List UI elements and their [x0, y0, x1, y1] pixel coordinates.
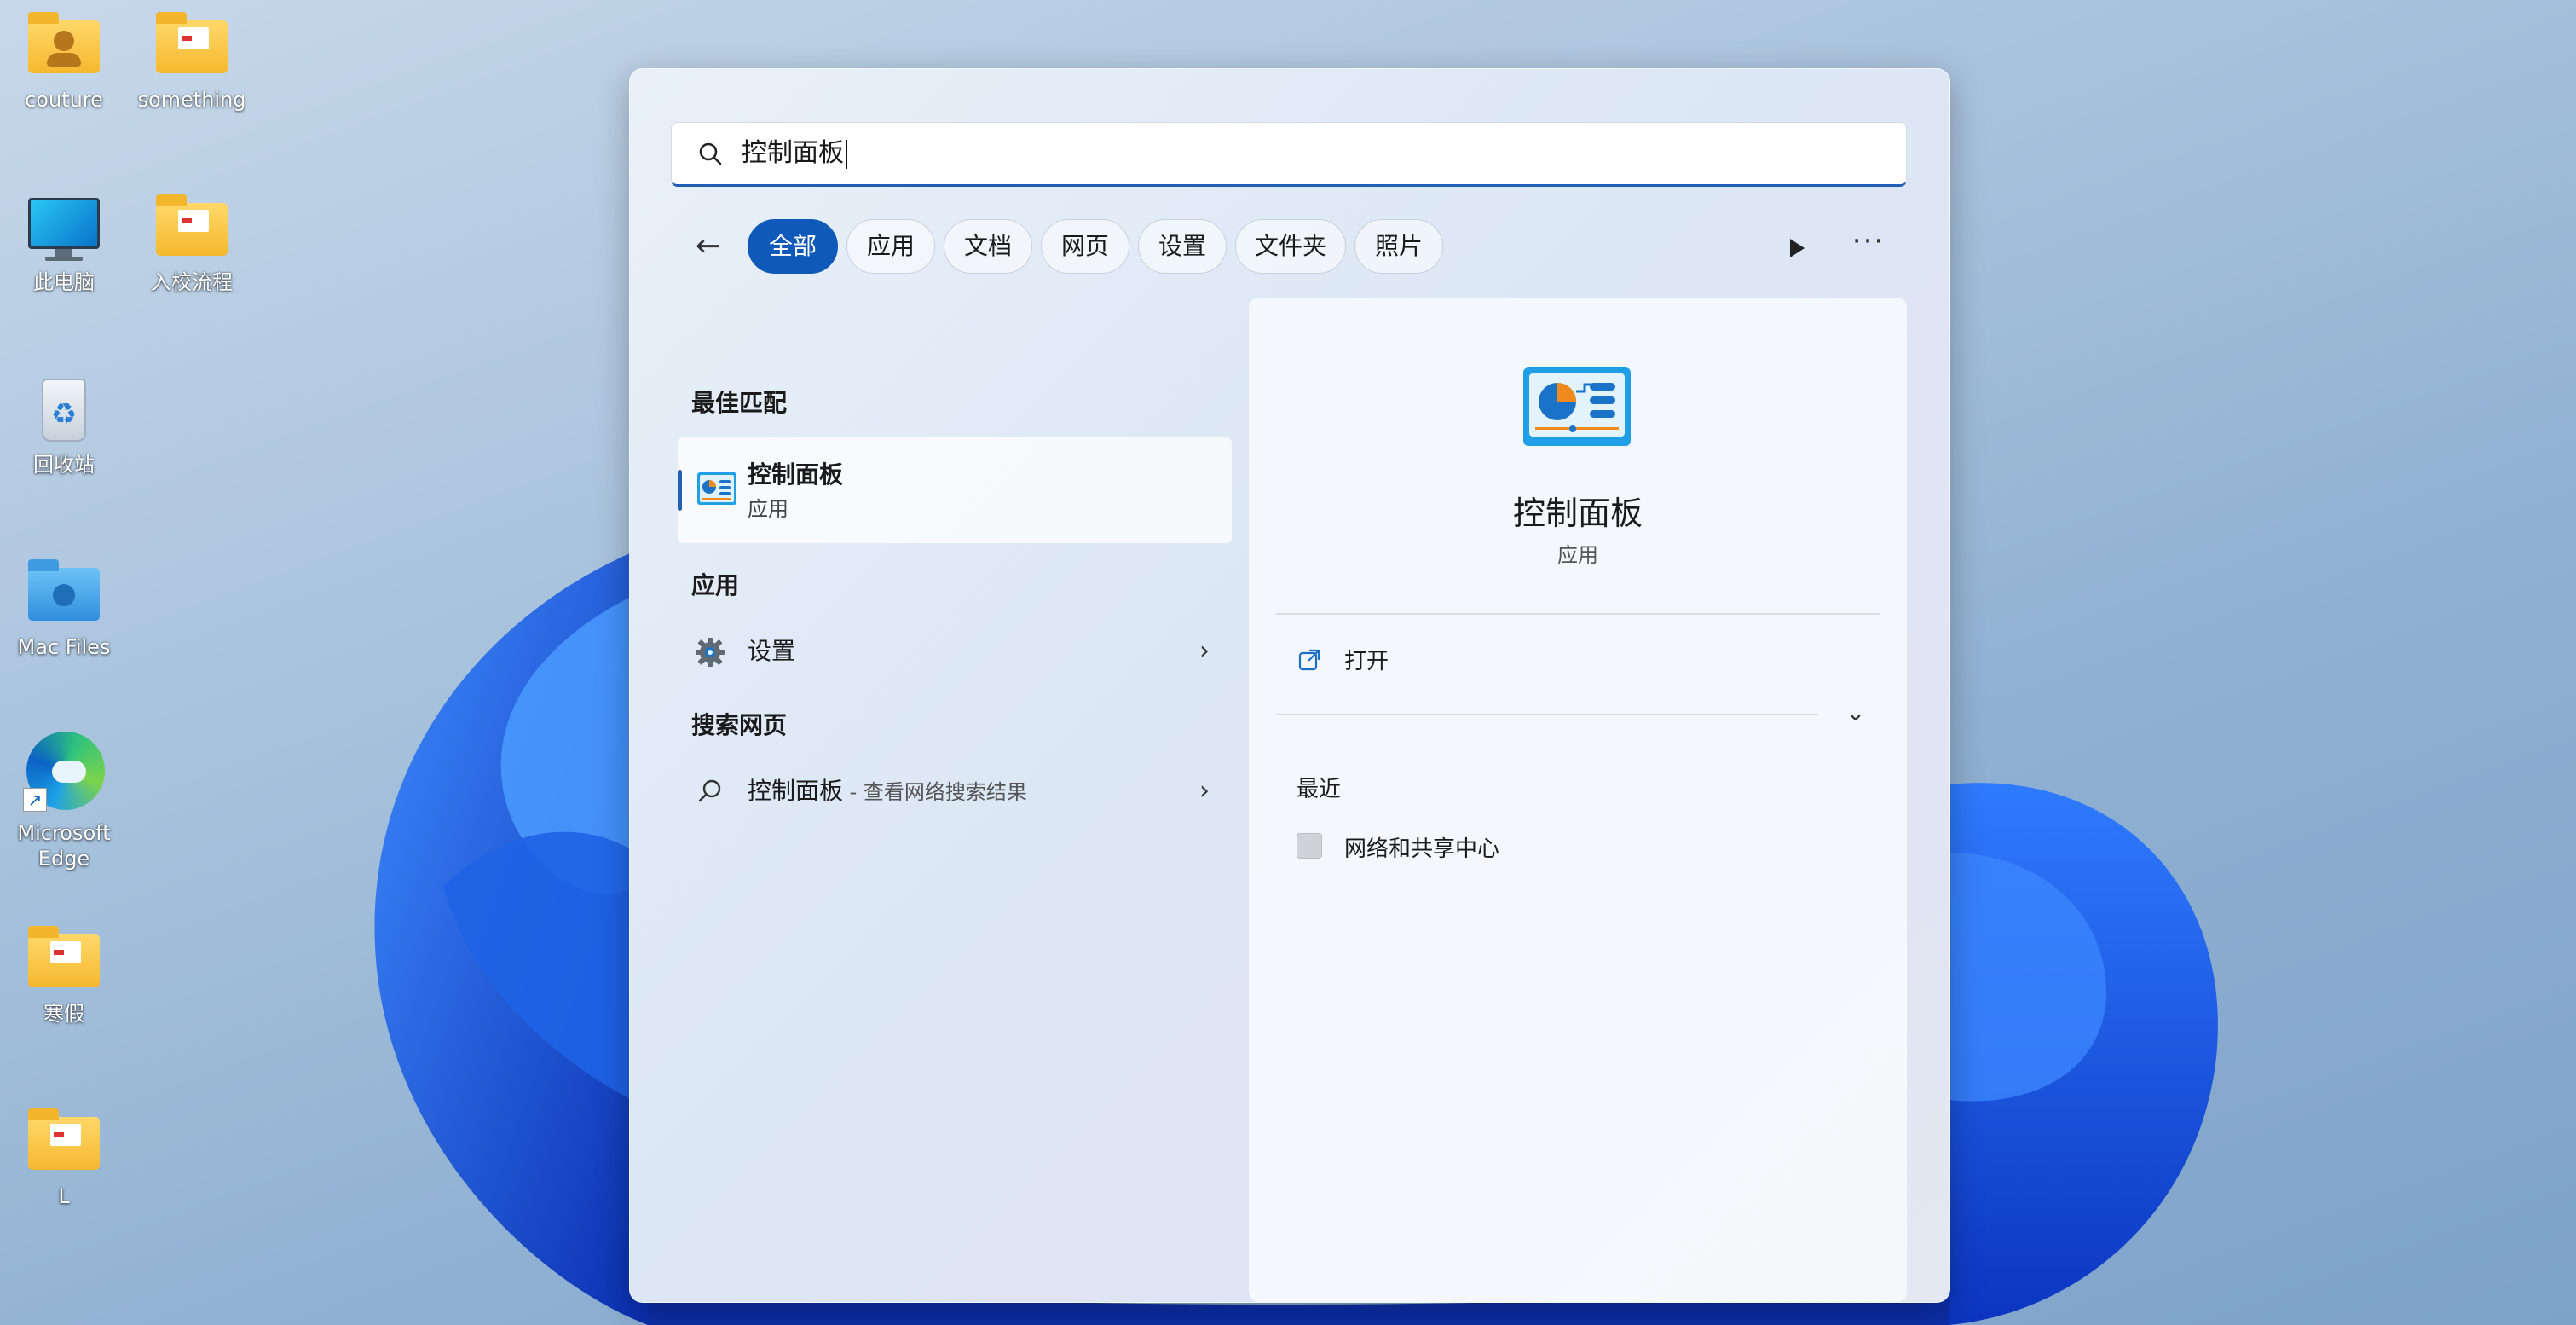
desktop-icon-recycle-bin[interactable]: ♻ 回收站: [0, 373, 128, 477]
desktop-icon-this-pc[interactable]: 此电脑: [0, 191, 128, 295]
web-result[interactable]: 控制面板 - 查看网络搜索结果 ›: [678, 761, 1232, 821]
more-options-icon[interactable]: ···: [1847, 224, 1890, 267]
desktop-icon-label: 此电脑: [33, 270, 95, 294]
app-result-name: 设置: [748, 637, 796, 665]
folder-icon: [151, 9, 233, 80]
desktop-icon-label: Mac Files: [17, 635, 111, 659]
folder-icon: [23, 923, 105, 994]
search-input[interactable]: 控制面板: [671, 122, 1907, 187]
desktop-icon-mac-files[interactable]: ● Mac Files: [0, 556, 128, 660]
desktop-icon-label: 寒假: [43, 1002, 84, 1026]
desktop-icon-winter-break[interactable]: 寒假: [0, 923, 128, 1027]
search-panel: 控制面板 ← 全部 应用 文档 网页 设置 文件夹 照片 ··· 最佳匹配 控制…: [629, 68, 1950, 1303]
edge-icon: ↗: [23, 732, 105, 813]
shortcut-arrow-icon: ↗: [23, 788, 47, 812]
chevron-down-icon[interactable]: ⌄: [1845, 698, 1865, 726]
desktop-icon-enrollment[interactable]: 入校流程: [128, 191, 256, 295]
play-icon[interactable]: [1779, 231, 1813, 265]
filter-web[interactable]: 网页: [1041, 219, 1129, 274]
folder-icon: [23, 1105, 105, 1177]
desktop-icon-label: Microsoft Edge: [17, 821, 111, 871]
monitor-icon: [23, 191, 105, 263]
desktop-icon-label: 回收站: [33, 453, 95, 477]
filter-photos[interactable]: 照片: [1354, 219, 1443, 274]
desktop-icon-l[interactable]: L: [0, 1105, 128, 1209]
best-match-name: 控制面板: [748, 460, 844, 489]
search-icon: [699, 142, 722, 165]
filter-bar: ← 全部 应用 文档 网页 设置 文件夹 照片 ···: [671, 219, 1907, 275]
desktop-icon-couture[interactable]: couture: [0, 9, 128, 113]
detail-type: 应用: [1557, 543, 1598, 567]
recycle-bin-icon: ♻: [23, 373, 105, 445]
gear-icon: [696, 638, 725, 667]
control-panel-icon: [1523, 367, 1631, 446]
web-search-heading: 搜索网页: [691, 711, 788, 739]
detail-pane: 控制面板 应用 打开 ⌄ 最近 网络和共享中心: [1249, 298, 1907, 1302]
selection-indicator: [678, 470, 682, 511]
app-result-settings[interactable]: 设置 ›: [678, 622, 1232, 681]
mac-folder-icon: ●: [23, 556, 105, 628]
desktop-icon-something[interactable]: something: [128, 9, 256, 113]
search-query: 控制面板: [742, 136, 847, 171]
filter-settings[interactable]: 设置: [1138, 219, 1227, 274]
desktop-icon-label: 入校流程: [151, 270, 233, 294]
filter-all[interactable]: 全部: [748, 219, 838, 274]
filter-apps[interactable]: 应用: [846, 219, 935, 274]
detail-title: 控制面板: [1512, 495, 1643, 532]
recent-item[interactable]: 网络和共享中心: [1344, 831, 1499, 863]
filter-folders[interactable]: 文件夹: [1235, 219, 1346, 274]
chevron-right-icon[interactable]: ›: [1199, 775, 1210, 807]
desktop-icon-label: couture: [25, 88, 103, 112]
web-result-text: 控制面板 - 查看网络搜索结果: [748, 777, 1027, 805]
open-external-icon: [1298, 649, 1320, 671]
desktop-icon-edge[interactable]: ↗ Microsoft Edge: [0, 732, 128, 871]
network-sharing-center-icon: [1297, 833, 1322, 859]
control-panel-icon: [697, 472, 736, 505]
best-match-type: 应用: [748, 497, 788, 521]
apps-heading: 应用: [691, 571, 740, 599]
chevron-right-icon[interactable]: ›: [1199, 635, 1210, 668]
recent-heading: 最近: [1297, 777, 1342, 802]
divider: [1276, 714, 1818, 715]
folder-icon: [151, 191, 233, 263]
desktop-icon-label: something: [137, 88, 246, 112]
desktop-icon-label: L: [58, 1184, 70, 1208]
best-match-result[interactable]: 控制面板 应用: [678, 437, 1232, 543]
open-action[interactable]: 打开: [1344, 644, 1389, 675]
divider: [1276, 613, 1880, 615]
search-icon: [698, 779, 721, 802]
user-folder-icon: [23, 9, 105, 80]
filter-documents[interactable]: 文档: [944, 219, 1032, 274]
back-arrow-icon[interactable]: ←: [690, 229, 727, 267]
best-match-heading: 最佳匹配: [691, 389, 788, 417]
